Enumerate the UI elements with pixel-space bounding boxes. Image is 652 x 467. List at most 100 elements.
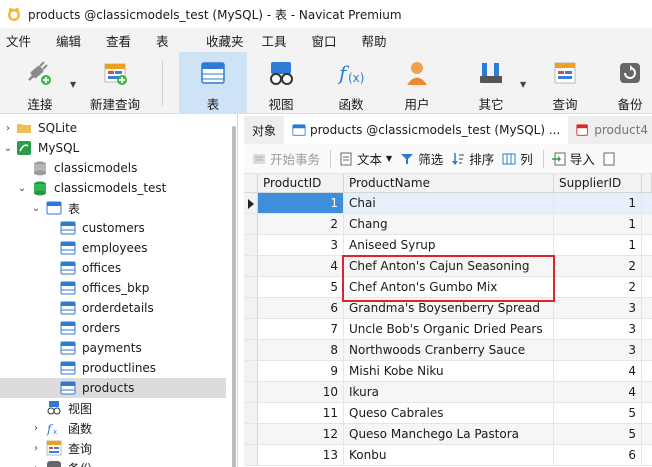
menu-favorites[interactable]: 收藏夹	[206, 29, 244, 52]
tree-node-queries[interactable]: › 查询	[0, 438, 230, 458]
cell-productid[interactable]: 10	[258, 382, 344, 403]
cell-supplierid[interactable]: 6	[554, 445, 642, 466]
cell-supplierid[interactable]: 3	[554, 298, 642, 319]
row-selector[interactable]	[244, 277, 258, 298]
tree-node-table-customers[interactable]: customers	[0, 218, 230, 238]
cell-next[interactable]	[642, 193, 652, 214]
tree-node-mysql[interactable]: ⌄ MySQL	[0, 138, 230, 158]
column-header-productname[interactable]: ProductName	[344, 174, 554, 193]
tree-node-views[interactable]: 视图	[0, 398, 230, 418]
table-row[interactable]: 9 Mishi Kobe Niku 4	[244, 361, 652, 382]
column-header-productid[interactable]: ProductID	[258, 174, 344, 193]
cell-next[interactable]	[642, 382, 652, 403]
row-selector[interactable]	[244, 382, 258, 403]
cell-next[interactable]	[642, 214, 652, 235]
tree-node-db-classicmodels-test[interactable]: ⌄ classicmodels_test	[0, 178, 230, 198]
chevron-right-icon[interactable]: ›	[30, 463, 42, 467]
cell-supplierid[interactable]: 5	[554, 424, 642, 445]
cell-supplierid[interactable]: 4	[554, 382, 642, 403]
tree-node-table-orders[interactable]: orders	[0, 318, 230, 338]
table-row[interactable]: 10 Ikura 4	[244, 382, 652, 403]
row-selector[interactable]	[244, 214, 258, 235]
import-button[interactable]: 导入	[551, 149, 595, 168]
cell-supplierid[interactable]: 3	[554, 340, 642, 361]
user-tool-button[interactable]: 用户	[392, 52, 442, 114]
columns-button[interactable]: 列	[502, 149, 533, 168]
new-query-button[interactable]: 新建查询	[82, 52, 148, 114]
cell-productid[interactable]: 6	[258, 298, 344, 319]
tree-node-table-offices[interactable]: offices	[0, 258, 230, 278]
menu-view[interactable]: 查看	[106, 29, 138, 52]
cell-productname[interactable]: Queso Cabrales	[344, 403, 554, 424]
cell-productid[interactable]: 4	[258, 256, 344, 277]
tab-products[interactable]: products @classicmodels_test (MySQL) ...	[284, 116, 569, 144]
tree-node-tables-group[interactable]: ⌄ 表	[0, 198, 230, 218]
column-header-supplierid[interactable]: SupplierID	[554, 174, 642, 193]
menu-tools[interactable]: 工具	[262, 29, 294, 52]
cell-productname[interactable]: Konbu	[344, 445, 554, 466]
cell-supplierid[interactable]: 2	[554, 256, 642, 277]
cell-productname[interactable]: Queso Manchego La Pastora	[344, 424, 554, 445]
function-tool-button[interactable]: f (x) 函数	[326, 52, 376, 114]
row-selector[interactable]	[244, 319, 258, 340]
menu-help[interactable]: 帮助	[362, 29, 394, 52]
tree-node-table-products[interactable]: products	[0, 378, 226, 398]
tab-objects[interactable]: 对象	[244, 116, 284, 144]
table-row[interactable]: 11 Queso Cabrales 5	[244, 403, 652, 424]
text-view-button[interactable]: 文本 ▼	[339, 149, 392, 168]
table-row[interactable]: 1 Chai 1	[244, 193, 652, 214]
column-header-next[interactable]	[642, 174, 652, 193]
backup-tool-button[interactable]: 备份	[608, 52, 652, 114]
row-selector[interactable]	[244, 424, 258, 445]
cell-productname[interactable]: Ikura	[344, 382, 554, 403]
other-dropdown-icon[interactable]: ▼	[520, 80, 526, 89]
cell-productname[interactable]: Northwoods Cranberry Sauce	[344, 340, 554, 361]
sort-button[interactable]: 排序	[451, 149, 494, 168]
table-row[interactable]: 3 Aniseed Syrup 1	[244, 235, 652, 256]
cell-supplierid[interactable]: 5	[554, 403, 642, 424]
row-selector[interactable]	[244, 256, 258, 277]
cell-productid[interactable]: 12	[258, 424, 344, 445]
cell-productname[interactable]: Aniseed Syrup	[344, 235, 554, 256]
filter-button[interactable]: 筛选	[400, 149, 443, 168]
query-tool-button[interactable]: 查询	[540, 52, 590, 114]
row-selector[interactable]	[244, 340, 258, 361]
cell-next[interactable]	[642, 445, 652, 466]
cell-next[interactable]	[642, 361, 652, 382]
tree-node-functions[interactable]: › f x 函数	[0, 418, 230, 438]
cell-next[interactable]	[642, 424, 652, 445]
cell-next[interactable]	[642, 340, 652, 361]
cell-productid[interactable]: 11	[258, 403, 344, 424]
chevron-right-icon[interactable]: ›	[30, 423, 42, 434]
menu-table[interactable]: 表	[156, 29, 188, 52]
view-tool-button[interactable]: 视图	[256, 52, 306, 114]
row-selector[interactable]	[244, 235, 258, 256]
scrollbar-thumb[interactable]	[232, 126, 236, 467]
cell-supplierid[interactable]: 4	[554, 361, 642, 382]
row-selector[interactable]	[244, 445, 258, 466]
cell-supplierid[interactable]: 2	[554, 277, 642, 298]
tree-node-table-employees[interactable]: employees	[0, 238, 230, 258]
cell-supplierid[interactable]: 1	[554, 193, 642, 214]
cell-productid[interactable]: 9	[258, 361, 344, 382]
cell-productid[interactable]: 8	[258, 340, 344, 361]
cell-supplierid[interactable]: 1	[554, 235, 642, 256]
tree-node-db-classicmodels[interactable]: classicmodels	[0, 158, 230, 178]
table-row[interactable]: 8 Northwoods Cranberry Sauce 3	[244, 340, 652, 361]
tree-node-table-productlines[interactable]: productlines	[0, 358, 230, 378]
table-row[interactable]: 12 Queso Manchego La Pastora 5	[244, 424, 652, 445]
connect-dropdown-icon[interactable]: ▼	[70, 80, 76, 89]
menu-window[interactable]: 窗口	[312, 29, 344, 52]
tab-product4[interactable]: product4 @	[568, 116, 652, 144]
row-selector[interactable]	[244, 361, 258, 382]
cell-productname[interactable]: Chang	[344, 214, 554, 235]
cell-productname[interactable]: Chai	[344, 193, 554, 214]
tree-node-table-orderdetails[interactable]: orderdetails	[0, 298, 230, 318]
table-tool-button[interactable]: 表	[179, 52, 247, 114]
menu-edit[interactable]: 编辑	[56, 29, 88, 52]
cell-productid[interactable]: 2	[258, 214, 344, 235]
row-selector[interactable]	[244, 193, 258, 214]
cell-next[interactable]	[642, 256, 652, 277]
row-selector[interactable]	[244, 298, 258, 319]
cell-productid[interactable]: 3	[258, 235, 344, 256]
